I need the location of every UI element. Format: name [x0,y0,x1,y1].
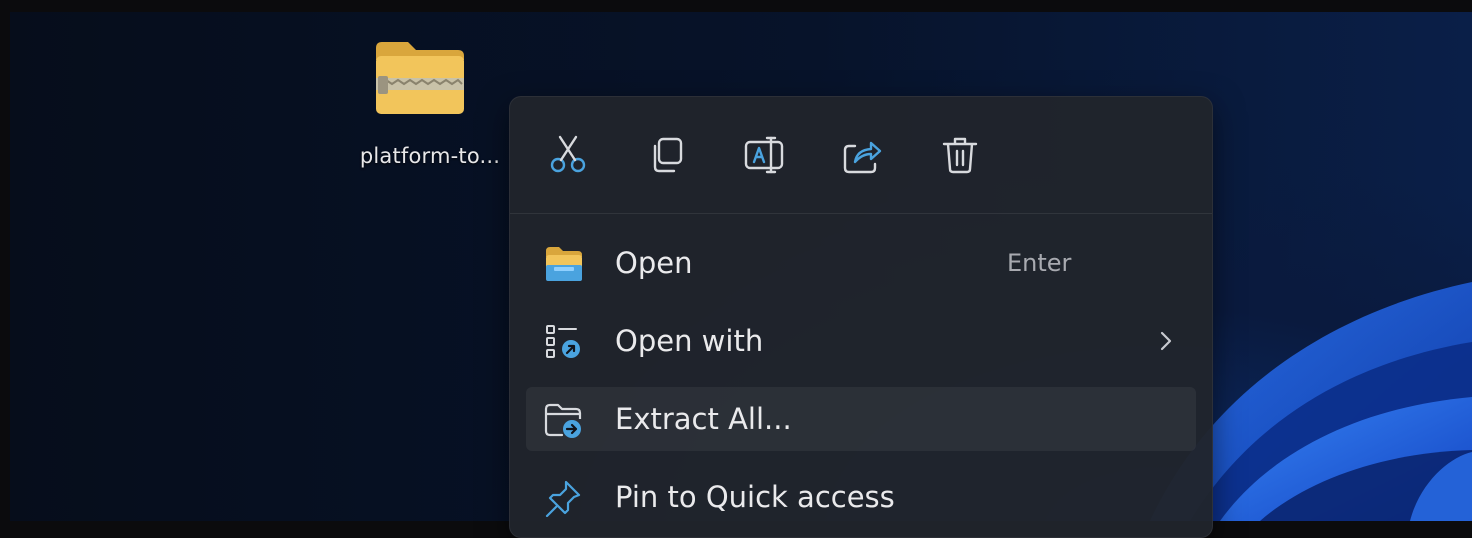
cut-button[interactable] [544,131,592,179]
share-button[interactable] [838,131,886,179]
menu-item-label: Open [615,246,693,280]
open-with-icon [546,325,580,358]
copy-button[interactable] [642,131,690,179]
menu-item-label: Pin to Quick access [615,480,895,514]
delete-icon [942,137,978,174]
folder-open-icon [546,247,582,281]
menu-item-pin-quick-access[interactable]: Pin to Quick access [526,465,1196,529]
menu-item-open[interactable]: Open Enter [526,231,1196,295]
pin-icon [545,480,581,517]
delete-button[interactable] [936,131,984,179]
context-menu: Open Enter Open with Extract All... Pin … [509,96,1213,538]
toolbar-divider [510,213,1212,214]
rename-icon [744,136,784,174]
rename-button[interactable] [740,131,788,179]
zip-folder-icon [376,42,464,114]
extract-icon [544,403,582,438]
menu-item-shortcut: Enter [1007,249,1072,277]
menu-item-label: Open with [615,324,764,358]
menu-item-open-with[interactable]: Open with [526,309,1196,373]
share-icon [843,141,882,174]
desktop-file-zip[interactable]: platform-to... [330,38,530,188]
copy-icon [653,137,683,173]
context-menu-toolbar [510,97,1212,213]
menu-item-extract-all[interactable]: Extract All... [526,387,1196,451]
desktop-file-label: platform-to... [359,144,501,168]
menu-item-label: Extract All... [615,402,792,436]
cut-icon [550,135,586,173]
chevron-right-icon [1160,331,1172,351]
